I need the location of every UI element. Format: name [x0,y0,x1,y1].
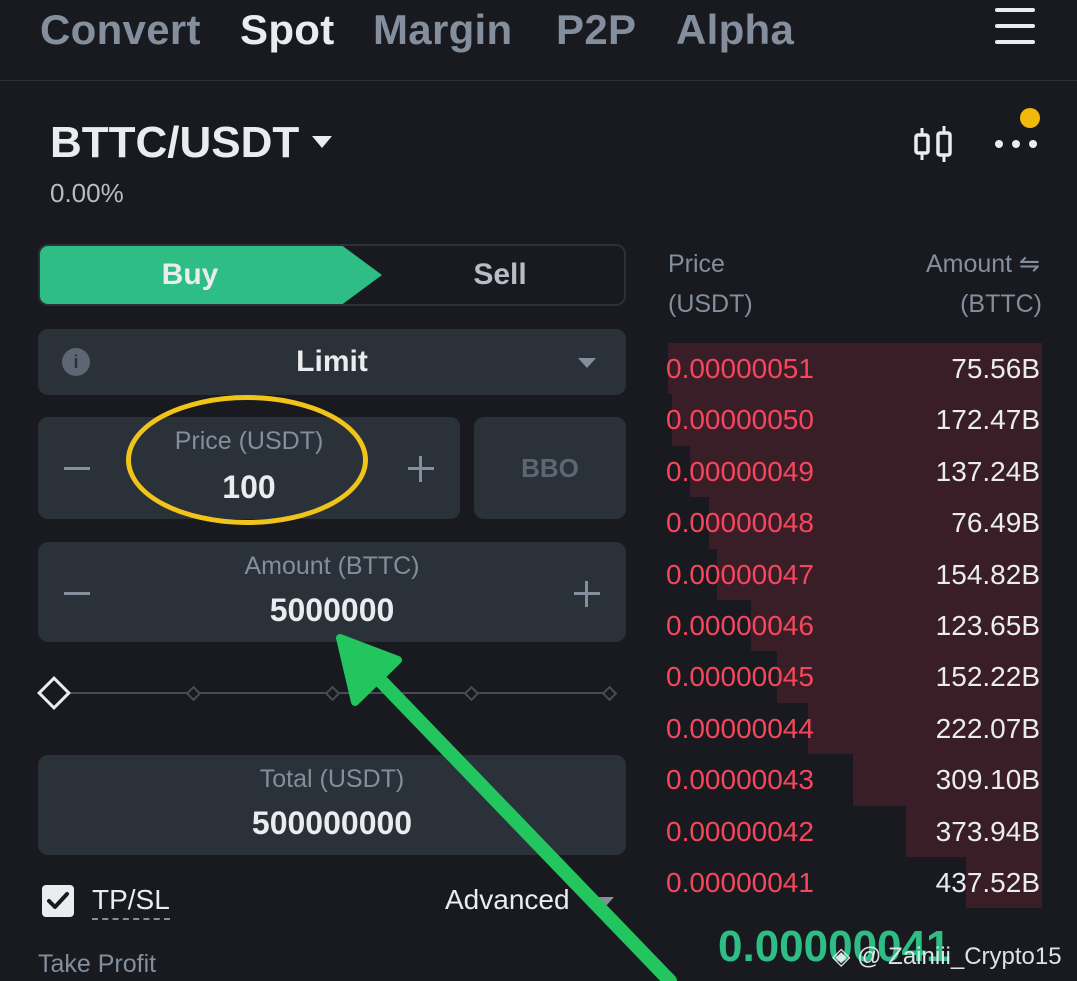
orderbook-ask-row[interactable]: 0.00000045 152.22B [664,651,1042,703]
order-type-label: Limit [296,345,368,378]
slider-step-75[interactable] [463,685,480,702]
total-input-box[interactable]: Total (USDT) 500000000 [38,755,626,855]
ask-price[interactable]: 0.00000046 [666,600,814,651]
top-nav: Convert Spot Margin P2P Alpha [0,0,1077,81]
orderbook-ask-row[interactable]: 0.00000041 437.52B [664,857,1042,909]
orderbook-ask-row[interactable]: 0.00000047 154.82B [664,548,1042,600]
ask-amount: 137.24B [935,455,1040,487]
orderbook-ask-row[interactable]: 0.00000046 123.65B [664,600,1042,652]
ask-price[interactable]: 0.00000049 [666,446,814,497]
orderbook-ask-row[interactable]: 0.00000050 172.47B [664,394,1042,446]
total-label: Total (USDT) [259,765,405,793]
slider-step-25[interactable] [185,685,202,702]
hamburger-menu-icon[interactable] [995,8,1035,44]
ask-price[interactable]: 0.00000045 [666,651,814,702]
ask-amount: 152.22B [935,661,1040,693]
tab-margin[interactable]: Margin [373,6,512,54]
notification-dot [1020,108,1040,128]
ask-amount: 437.52B [935,867,1040,898]
orderbook-ask-row[interactable]: 0.00000048 76.49B [664,497,1042,549]
tab-spot[interactable]: Spot [240,6,335,54]
ask-amount: 123.65B [935,610,1040,641]
tpsl-checkbox[interactable] [42,885,74,917]
ask-amount: 373.94B [935,815,1040,847]
amount-input[interactable]: 5000000 [38,592,626,629]
slider-handle[interactable] [37,676,71,710]
amount-input-box[interactable]: Amount (BTTC) 5000000 [38,542,626,642]
trading-pair-title[interactable]: BTTC/USDT [50,118,299,168]
buy-tab-label[interactable]: Buy [40,246,340,304]
candlestick-chart-icon[interactable] [912,122,956,166]
watermark-text: @ Zainiii_Crypto15 [857,943,1062,970]
buy-sell-toggle: Buy Sell [38,244,626,306]
tab-alpha[interactable]: Alpha [676,6,794,54]
ask-price[interactable]: 0.00000041 [666,857,814,908]
ask-price[interactable]: 0.00000047 [666,549,814,600]
slider-step-50[interactable] [324,685,341,702]
price-change-percent: 0.00% [50,178,124,208]
orderbook-price-unit: (USDT) [668,290,753,318]
amount-label: Amount (BTTC) [244,552,420,580]
ask-price[interactable]: 0.00000044 [666,703,814,754]
advanced-dropdown[interactable]: Advanced [445,884,570,916]
order-type-select[interactable]: i Limit [38,329,626,395]
binance-logo-icon: ◈ [832,943,851,970]
orderbook-ask-row[interactable]: 0.00000042 373.94B [664,805,1042,857]
orderbook-amount-unit: (BTTC) [960,290,1042,318]
orderbook-ask-row[interactable]: 0.00000051 75.56B [664,343,1042,395]
ask-amount: 75.56B [951,353,1040,384]
chevron-down-icon[interactable] [596,897,614,907]
ask-amount: 76.49B [951,507,1040,539]
watermark: ◈ @ Zainiii_Crypto15 [832,942,1062,971]
ask-price[interactable]: 0.00000043 [666,754,814,805]
chevron-down-icon [578,358,596,368]
slider-step-100[interactable] [601,685,618,702]
tpsl-label[interactable]: TP/SL [92,884,170,920]
ask-price[interactable]: 0.00000050 [666,394,814,445]
orderbook-ask-row[interactable]: 0.00000043 309.10B [664,754,1042,806]
price-highlight-annotation [126,395,368,525]
orderbook-price-header: Price [668,250,725,278]
sell-tab[interactable]: Sell [370,246,624,304]
pair-dropdown-icon[interactable] [312,136,332,148]
ask-price[interactable]: 0.00000048 [666,497,814,548]
tab-p2p[interactable]: P2P [556,6,636,54]
orderbook-ask-row[interactable]: 0.00000044 222.07B [664,702,1042,755]
bbo-button[interactable]: BBO [474,417,626,519]
total-input[interactable]: 500000000 [38,805,626,842]
ask-amount: 309.10B [935,764,1040,796]
ask-amount: 172.47B [935,404,1040,436]
ask-amount: 154.82B [935,558,1040,590]
take-profit-label: Take Profit [38,950,157,978]
more-dots-icon[interactable] [992,132,1040,156]
orderbook-ask-row[interactable]: 0.00000049 137.24B [664,445,1042,498]
ask-amount: 222.07B [935,712,1040,744]
tab-convert[interactable]: Convert [40,6,201,54]
ask-price[interactable]: 0.00000051 [666,343,814,394]
orderbook-amount-header[interactable]: Amount ⇋ [926,244,1040,284]
ask-price[interactable]: 0.00000042 [666,806,814,857]
